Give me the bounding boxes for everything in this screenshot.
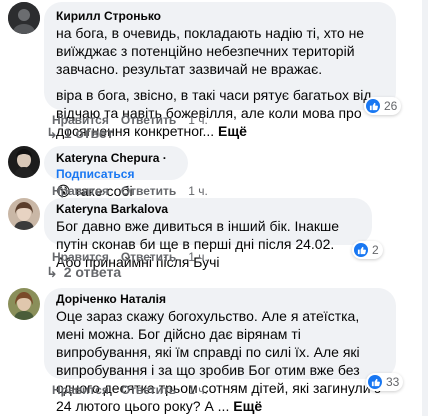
comment-author[interactable]: Доріченко Наталія <box>56 291 384 307</box>
avatar[interactable] <box>8 146 40 178</box>
comment-text: на бога, в очевидь, покладають надію ті,… <box>56 25 365 77</box>
comment-text: Оце зараз скажу богохульство. Але я атеї… <box>56 307 384 415</box>
reaction-count[interactable]: 33 <box>366 373 404 391</box>
reaction-number: 26 <box>384 99 398 113</box>
like-reaction-icon <box>366 99 380 113</box>
view-replies[interactable]: ↳ 1 ответ <box>46 124 113 142</box>
reply-arrow-icon: ↳ <box>46 125 58 141</box>
comment-author: Kateryna Chepura · Подписаться <box>56 151 167 181</box>
reaction-number: 33 <box>386 375 400 389</box>
reaction-count[interactable]: 2 <box>352 241 383 259</box>
see-more-link[interactable]: Ещё <box>218 123 247 139</box>
comment-actions: Нравится Ответить 1 ч. <box>52 382 220 398</box>
comment-time[interactable]: 1 ч. <box>188 113 208 127</box>
reply-button[interactable]: Ответить <box>121 184 176 198</box>
like-reaction-icon <box>368 375 382 389</box>
comment-author[interactable]: Kateryna Barkalova <box>56 201 360 217</box>
see-more-link[interactable]: Ещё <box>233 398 262 414</box>
like-button[interactable]: Нравится <box>52 184 109 198</box>
comment-author[interactable]: Кирилл Стронько <box>56 8 384 24</box>
comment-time[interactable]: 1 ч. <box>188 250 208 264</box>
author-name[interactable]: Kateryna Chepura <box>56 151 159 165</box>
replies-count: 2 ответа <box>63 264 122 280</box>
view-replies[interactable]: ↳ 2 ответа <box>46 263 121 281</box>
comment-bubble: Кирилл Стронько на бога, в очевидь, покл… <box>44 2 396 139</box>
subscribe-button[interactable]: Подписаться <box>56 167 134 181</box>
avatar[interactable] <box>8 2 40 34</box>
comment-bubble: Kateryna Chepura · Подписаться 😰 таке со… <box>44 146 188 199</box>
comment-bubble: Доріченко Наталія Оце зараз скажу богоху… <box>44 288 396 414</box>
comment-time[interactable]: 1 ч. <box>188 184 208 198</box>
reaction-number: 2 <box>372 243 379 257</box>
avatar[interactable] <box>8 288 40 320</box>
scrollbar[interactable] <box>422 0 428 416</box>
comment-actions: Нравится Ответить 1 ч. <box>52 183 220 199</box>
like-button[interactable]: Нравится <box>52 383 109 397</box>
avatar[interactable] <box>8 198 40 230</box>
reaction-count[interactable]: 26 <box>364 97 402 115</box>
reply-button[interactable]: Ответить <box>121 383 176 397</box>
like-button[interactable]: Нравится <box>52 250 109 264</box>
like-reaction-icon <box>354 243 368 257</box>
replies-count: 1 ответ <box>63 125 114 141</box>
reply-button[interactable]: Ответить <box>121 113 176 127</box>
comment-text-part: Оце зараз скажу богохульство. Але я атеї… <box>56 308 381 414</box>
reply-arrow-icon: ↳ <box>46 264 58 280</box>
comment-time[interactable]: 1 ч. <box>188 383 208 397</box>
reply-button[interactable]: Ответить <box>121 250 176 264</box>
comment-bubble: Kateryna Barkalova Бог давно вже дивитьс… <box>44 198 372 270</box>
